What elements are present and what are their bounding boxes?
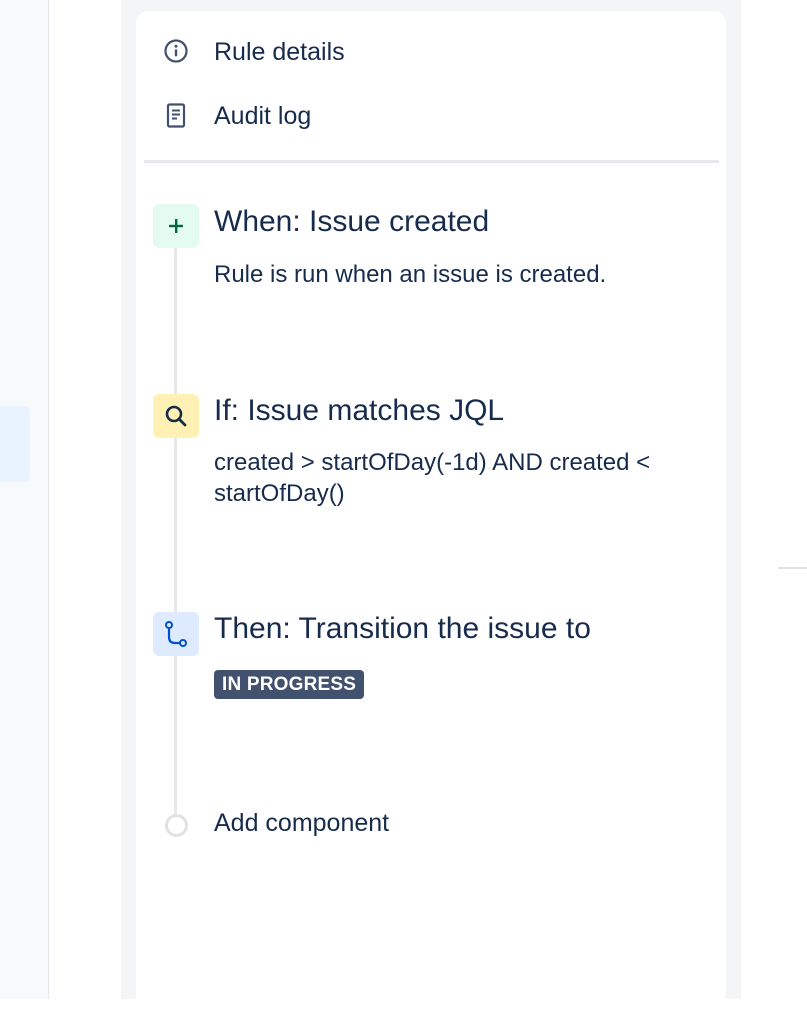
rule-components-card: Rule details Audit log When: Issue creat… [136,11,726,1011]
rule-details-link[interactable]: Rule details [136,25,726,73]
timeline-connector [174,248,177,818]
add-component-dot [165,814,188,837]
info-icon [164,39,188,63]
trigger-title[interactable]: When: Issue created [214,204,489,240]
action-title[interactable]: Then: Transition the issue to [214,611,591,647]
trigger-description: Rule is run when an issue is created. [214,261,607,288]
rule-details-label: Rule details [214,38,345,66]
audit-log-label: Audit log [214,102,312,130]
plus-icon [153,204,199,248]
search-icon [153,394,199,438]
gutter [49,0,121,999]
audit-log-link[interactable]: Audit log [136,89,726,137]
sidebar-selected-tab[interactable] [0,406,30,482]
condition-description: created > startOfDay(-1d) AND created < … [214,449,651,507]
divider [144,160,719,163]
branch-icon [153,612,199,656]
right-divider [778,567,807,569]
document-icon [164,103,188,128]
status-badge: IN PROGRESS [214,670,365,699]
condition-title[interactable]: If: Issue matches JQL [214,393,504,429]
add-component-button[interactable]: Add component [214,808,389,838]
left-sidebar [0,0,49,999]
